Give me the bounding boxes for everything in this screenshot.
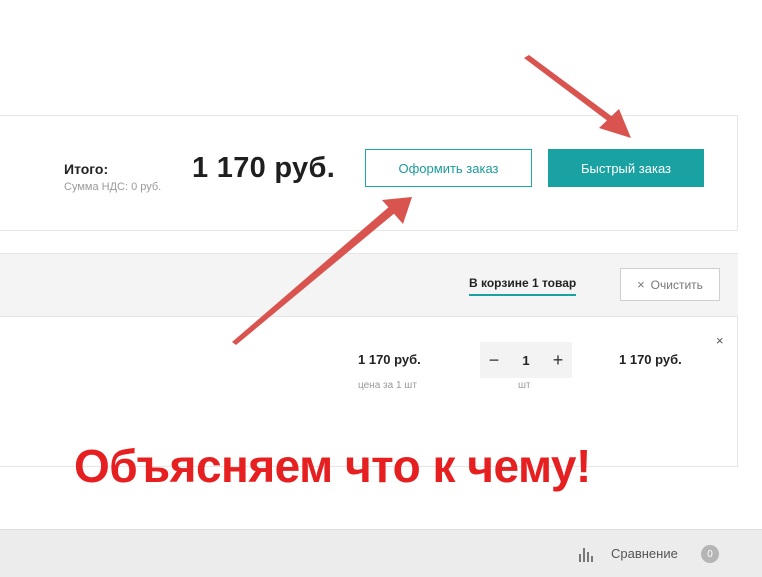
increment-button[interactable]: + <box>544 342 572 378</box>
total-label: Итого: <box>64 161 109 177</box>
remove-item-button[interactable]: × <box>716 333 724 348</box>
annotation-headline: Объясняем что к чему! <box>74 440 591 492</box>
quantity-value[interactable]: 1 <box>508 342 544 378</box>
close-icon: × <box>637 277 645 292</box>
quantity-caption: шт <box>518 380 531 391</box>
cart-count-tab[interactable]: В корзине 1 товар <box>469 276 577 296</box>
unit-price: 1 170 руб. <box>358 352 421 367</box>
compare-link[interactable]: Сравнение <box>611 546 678 561</box>
clear-cart-button[interactable]: × Очистить <box>620 268 720 301</box>
checkout-button[interactable]: Оформить заказ <box>365 149 532 187</box>
bar-chart-icon[interactable] <box>578 545 596 563</box>
quantity-stepper: − 1 + <box>480 342 572 378</box>
compare-count-badge: 0 <box>701 545 719 563</box>
vat-label: Сумма НДС: 0 руб. <box>64 181 162 193</box>
unit-price-caption: цена за 1 шт <box>358 380 417 391</box>
total-price: 1 170 руб. <box>192 152 336 184</box>
decrement-button[interactable]: − <box>480 342 508 378</box>
quick-order-button[interactable]: Быстрый заказ <box>548 149 704 187</box>
line-total: 1 170 руб. <box>619 352 682 367</box>
clear-cart-label: Очистить <box>650 277 703 292</box>
